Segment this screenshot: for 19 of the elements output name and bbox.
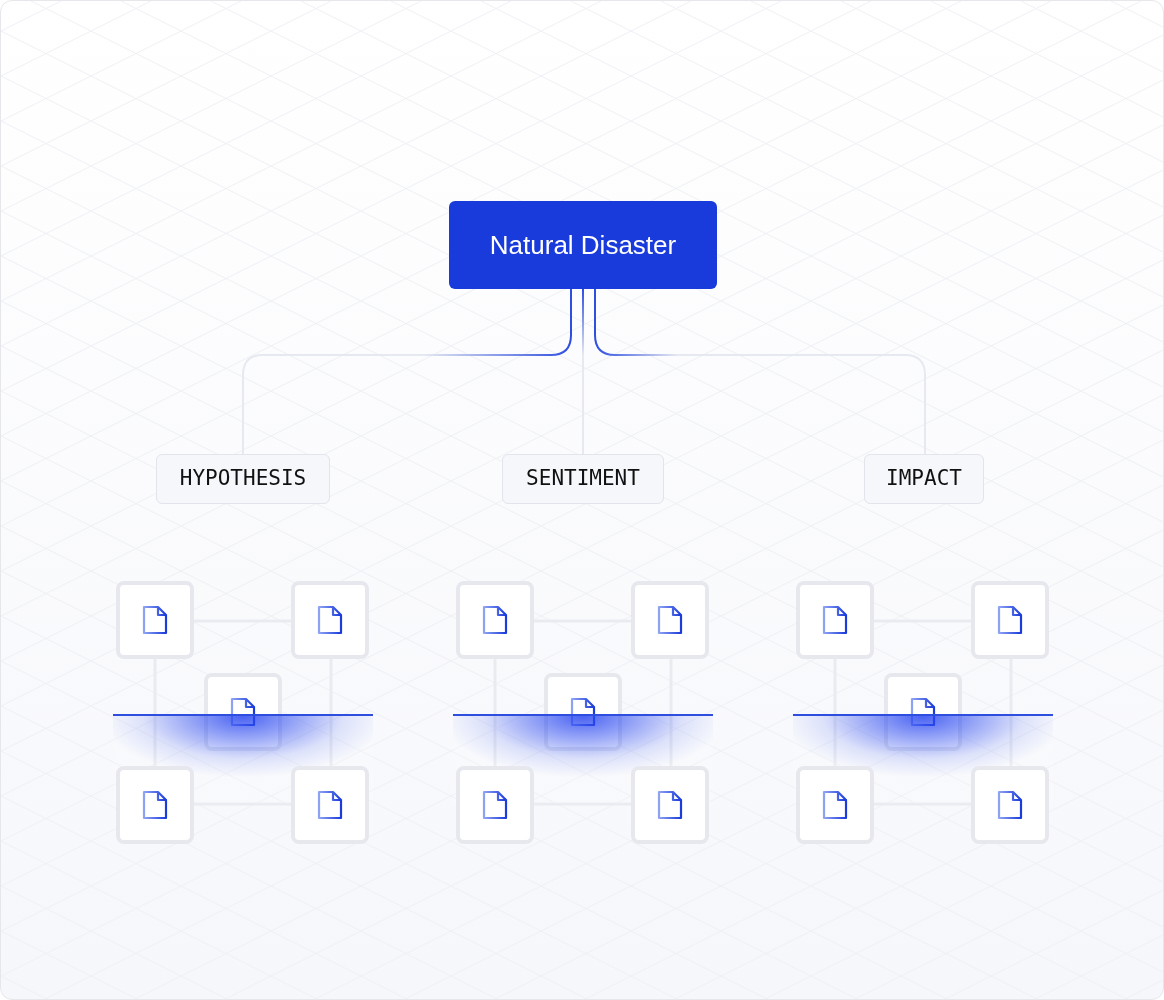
- document-icon: [997, 790, 1023, 820]
- root-node: Natural Disaster: [449, 201, 717, 289]
- document-icon: [482, 605, 508, 635]
- document-icon: [142, 790, 168, 820]
- document-icon: [822, 790, 848, 820]
- document-icon: [822, 605, 848, 635]
- category-label: SENTIMENT: [502, 454, 664, 504]
- category-label: HYPOTHESIS: [156, 454, 330, 504]
- document-icon: [910, 697, 936, 727]
- document-icon: [142, 605, 168, 635]
- document-icon: [657, 605, 683, 635]
- category-label: IMPACT: [864, 454, 984, 504]
- document-icon: [997, 605, 1023, 635]
- document-icon: [482, 790, 508, 820]
- document-icon: [570, 697, 596, 727]
- document-icon: [657, 790, 683, 820]
- document-icon: [317, 790, 343, 820]
- document-icon: [317, 605, 343, 635]
- document-icon: [230, 697, 256, 727]
